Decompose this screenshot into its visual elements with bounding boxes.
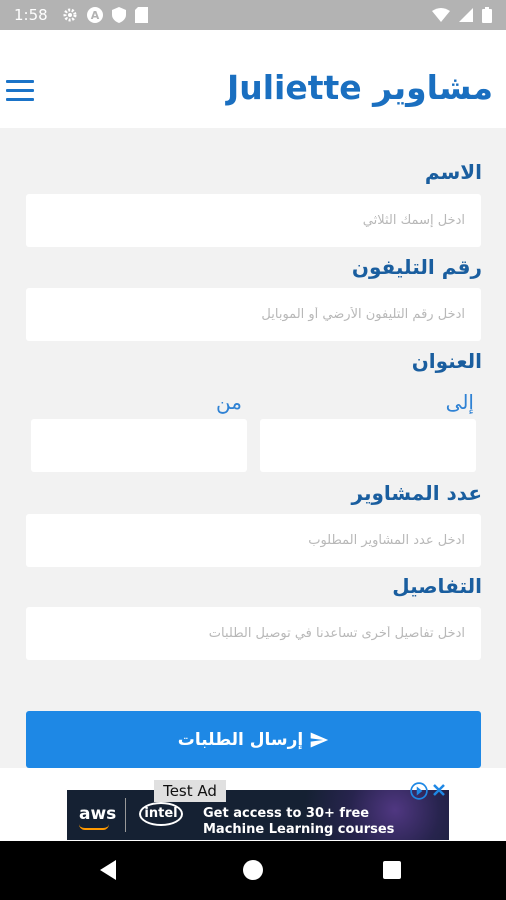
hamburger-menu-icon[interactable] bbox=[6, 80, 34, 102]
status-bar: 1:58 A bbox=[0, 0, 506, 30]
app-header: مشاوير Juliette bbox=[0, 30, 506, 128]
battery-icon bbox=[482, 7, 492, 23]
svg-text:A: A bbox=[90, 9, 99, 22]
address-label: العنوان bbox=[411, 349, 482, 373]
ad-text: Get access to 30+ free Machine Learning … bbox=[203, 806, 395, 837]
intel-logo: intel bbox=[139, 802, 183, 826]
app-title: مشاوير Juliette bbox=[226, 68, 493, 107]
recent-apps-icon[interactable] bbox=[383, 861, 401, 879]
trips-count-input[interactable] bbox=[26, 514, 481, 567]
test-ad-badge: Test Ad bbox=[154, 780, 226, 802]
a-circle-icon: A bbox=[86, 7, 103, 23]
ad-choices-icon[interactable] bbox=[410, 782, 428, 800]
trips-count-label: عدد المشاوير bbox=[351, 481, 482, 505]
settings-icon bbox=[63, 8, 77, 22]
ad-divider bbox=[125, 798, 126, 832]
phone-label: رقم التليفون bbox=[351, 255, 482, 279]
address-to-input[interactable] bbox=[260, 419, 476, 472]
wifi-icon bbox=[432, 8, 450, 22]
aws-logo: aws bbox=[79, 804, 117, 824]
phone-input[interactable] bbox=[26, 288, 481, 341]
sd-card-icon bbox=[134, 7, 148, 23]
order-form: الاسم رقم التليفون العنوان إلى من عدد ال… bbox=[0, 128, 506, 768]
send-icon bbox=[310, 732, 329, 747]
shield-icon bbox=[111, 7, 126, 23]
status-time: 1:58 bbox=[14, 6, 48, 24]
ad-close-icon[interactable] bbox=[432, 783, 446, 797]
to-label: إلى bbox=[445, 390, 474, 414]
system-nav-bar bbox=[0, 841, 506, 900]
name-input[interactable] bbox=[26, 194, 481, 247]
submit-button-label: إرسال الطلبات bbox=[177, 729, 304, 750]
from-label: من bbox=[216, 390, 242, 414]
signal-icon bbox=[459, 8, 473, 22]
details-input[interactable] bbox=[26, 607, 481, 660]
submit-button[interactable]: إرسال الطلبات bbox=[26, 711, 481, 768]
aws-smile-icon bbox=[79, 824, 109, 830]
ad-area: aws intel Get access to 30+ free Machine… bbox=[0, 768, 506, 841]
details-label: التفاصيل bbox=[392, 574, 482, 598]
back-icon[interactable] bbox=[100, 860, 116, 880]
home-icon[interactable] bbox=[243, 860, 263, 880]
name-label: الاسم bbox=[424, 160, 482, 184]
ad-banner[interactable]: aws intel Get access to 30+ free Machine… bbox=[67, 790, 449, 840]
address-from-input[interactable] bbox=[31, 419, 247, 472]
